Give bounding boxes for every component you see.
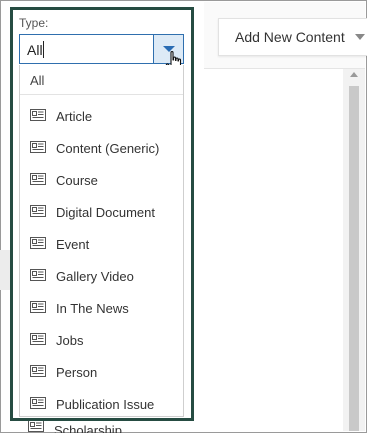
content-card-icon [30,269,46,281]
scroll-up-arrow-icon[interactable] [350,72,358,77]
dropdown-option[interactable]: Publication Issue [20,388,183,416]
content-card-icon [30,237,46,249]
dropdown-option-label: Publication Issue [56,397,155,412]
dropdown-option-label: Person [56,365,98,380]
chevron-down-icon [354,34,365,40]
content-card-icon [30,333,46,345]
content-card-icon [30,141,46,153]
toolbar-divider [204,68,365,69]
dropdown-option-label: Digital Document [56,205,155,220]
content-card-icon [28,420,44,432]
dropdown-option-label: Article [56,109,93,124]
option-scholarship: Scholarship [28,420,122,433]
dropdown-option[interactable]: Digital Document [20,196,183,228]
type-select-value: All [27,42,43,58]
content-card-icon [30,397,46,409]
option-all-label: All [30,73,45,88]
content-card-icon [30,301,46,313]
dropdown-option[interactable]: Content (Generic) [20,132,183,164]
dropdown-option[interactable]: Course [20,164,183,196]
text-cursor [43,41,44,58]
dropdown-option-label: Content (Generic) [56,141,160,156]
content-card-icon [30,205,46,217]
content-card-icon [30,365,46,377]
add-new-content-label: Add New Content [235,29,345,45]
dropdown-option[interactable]: In The News [20,292,183,324]
dropdown-option[interactable]: Gallery Video [20,260,183,292]
dropdown-option-label: Jobs [56,333,84,348]
type-select[interactable]: All [19,34,184,64]
content-card-icon [30,109,46,121]
option-scholarship-label: Scholarship [54,423,122,433]
option-all[interactable]: All [20,65,183,95]
type-filter-label: Type: [19,16,49,30]
scrollbar-thumb[interactable] [349,86,359,431]
type-dropdown-list: All Article Content (Generic) Course Digita… [19,65,184,417]
content-card-icon [30,173,46,185]
type-filter-highlight: Type: All All Article Content (Generic) Co… [10,7,194,421]
dropdown-option-label: In The News [56,301,129,316]
dropdown-option-label: Event [56,237,90,252]
dropdown-option[interactable]: Article [20,100,183,132]
dropdown-option[interactable]: Person [20,356,183,388]
dropdown-option-label: Course [56,173,98,188]
add-new-content-button[interactable]: Add New Content [218,18,367,56]
dropdown-option[interactable]: Event [20,228,183,260]
dropdown-option[interactable]: Jobs [20,324,183,356]
dropdown-option-label: Gallery Video [56,269,134,284]
